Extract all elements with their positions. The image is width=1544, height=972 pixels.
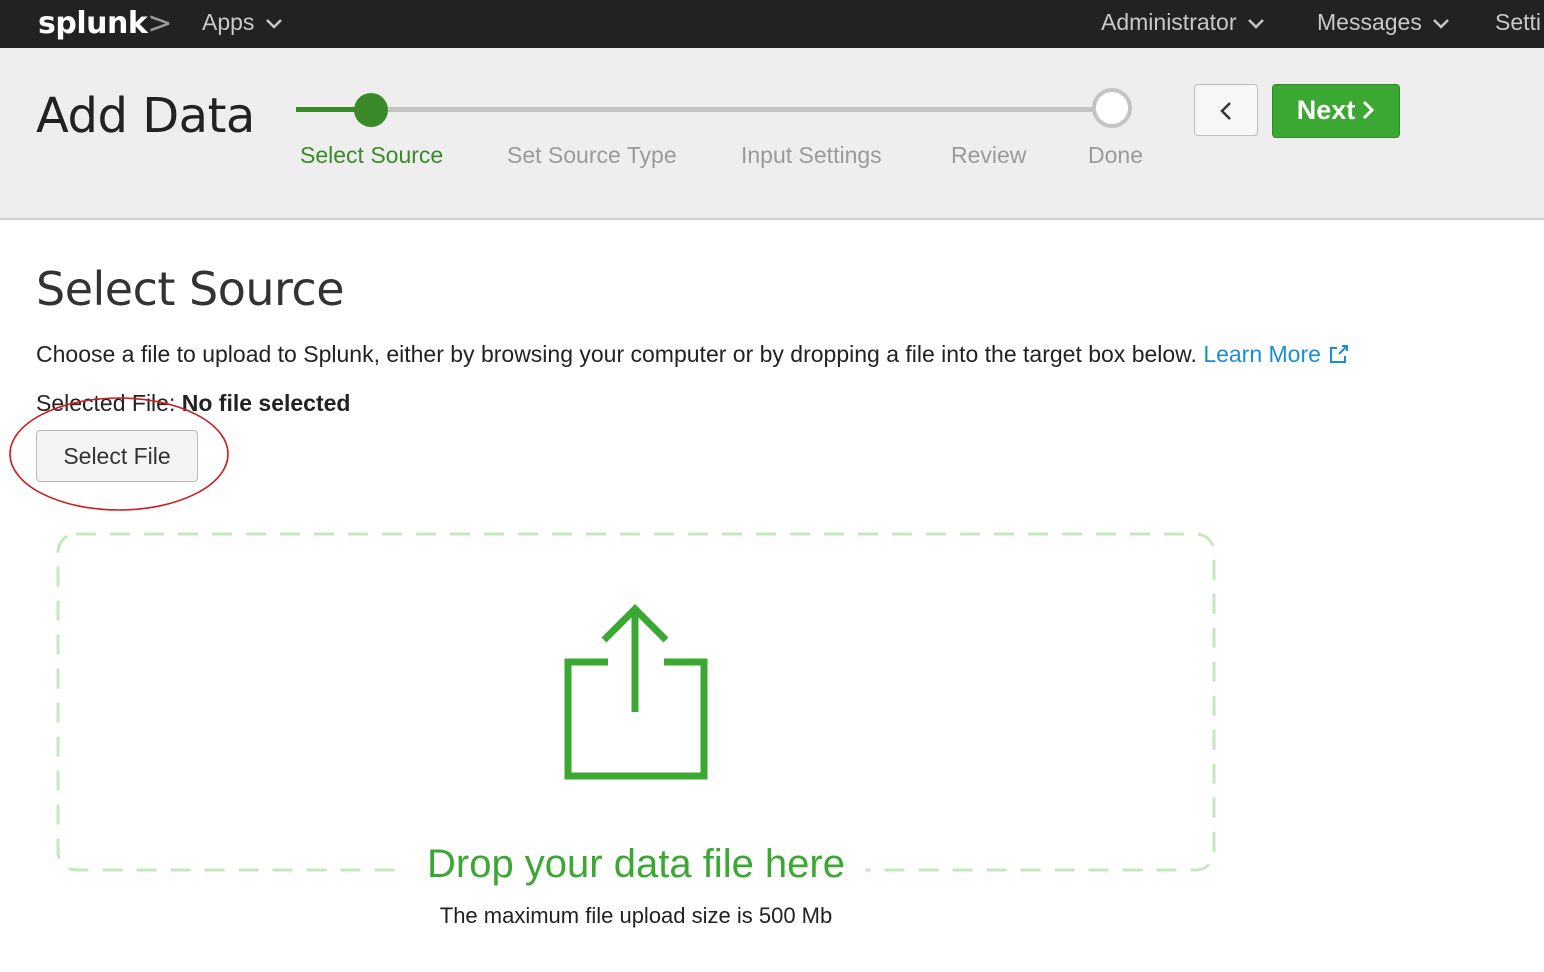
step-set-source-type: Set Source Type [507,142,677,168]
back-button[interactable] [1194,84,1258,136]
settings-menu[interactable]: Setti [1495,9,1541,36]
apps-label: Apps [202,9,255,35]
external-link-icon [1329,345,1348,363]
drop-zone-text: Drop your data file here [406,842,865,886]
top-navigation-bar: splunk> Apps Administrator Messages Sett… [0,0,1544,48]
step-done: Done [1088,142,1143,168]
apps-menu[interactable]: Apps [202,9,283,36]
messages-label: Messages [1317,9,1422,35]
step-input-settings: Input Settings [741,142,882,168]
step-review: Review [951,142,1027,168]
chevron-left-icon [1220,102,1231,120]
messages-menu[interactable]: Messages [1317,9,1450,36]
chevron-down-icon [1433,19,1450,29]
section-title: Select Source [36,262,345,316]
next-label: Next [1296,95,1356,125]
step-indicator-done [1092,88,1132,128]
add-data-header: Add Data Select Source Set Source Type I… [0,48,1544,220]
next-button[interactable]: Next [1272,84,1400,138]
chevron-down-icon [1247,19,1264,29]
step-select-source: Select Source [300,142,444,168]
chevron-down-icon [265,19,282,29]
settings-label: Setti [1495,9,1542,35]
logo-mark: > [147,6,172,41]
progress-track [296,107,1114,112]
learn-more-label: Learn More [1203,341,1321,367]
drop-zone-label: Drop your data file here [0,842,1272,887]
logo-text: splunk [38,6,148,41]
chevron-right-icon [1363,100,1375,119]
learn-more-link[interactable]: Learn More [1203,341,1349,367]
description-text: Choose a file to upload to Splunk, eithe… [36,341,1197,367]
upload-icon [564,604,708,780]
splunk-logo[interactable]: splunk> [38,6,172,41]
administrator-label: Administrator [1101,9,1237,35]
max-upload-size: The maximum file upload size is 500 Mb [439,903,833,928]
page-title: Add Data [36,88,255,144]
administrator-menu[interactable]: Administrator [1101,9,1265,36]
annotation-circle [9,397,229,511]
source-description: Choose a file to upload to Splunk, eithe… [36,341,1349,368]
step-indicator-active [354,93,388,127]
